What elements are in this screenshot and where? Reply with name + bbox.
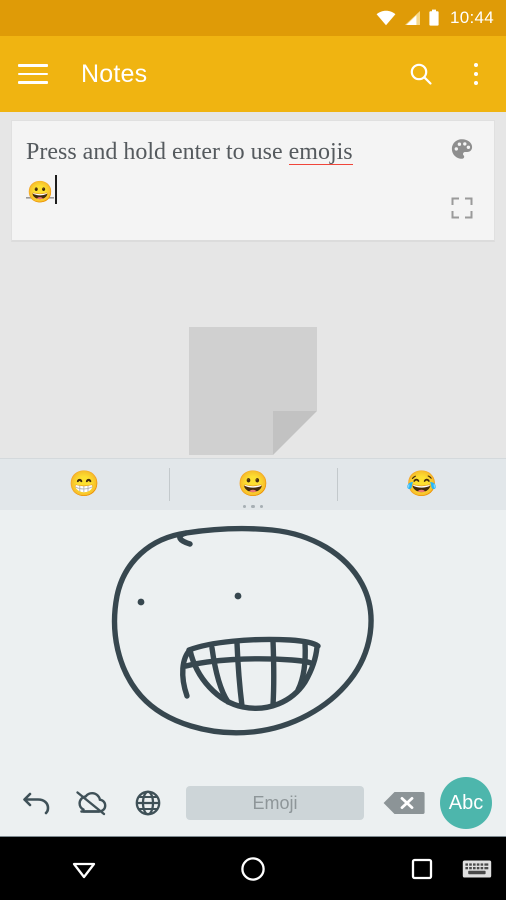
home-circle-icon[interactable] — [169, 854, 338, 884]
overflow-menu-icon[interactable] — [464, 62, 488, 86]
cellular-signal-icon — [403, 10, 421, 26]
navigation-bar — [0, 836, 506, 900]
phone-screen: 10:44 Notes Press and hold enter to use … — [0, 0, 506, 900]
keyboard-toolbar: Emoji Abc — [0, 770, 506, 836]
text-cursor — [55, 175, 58, 204]
three-dots-indicator[interactable] — [0, 504, 506, 508]
emoji-keyboard: 😁 😀 😂 Emoji Abc — [0, 458, 506, 836]
note-text[interactable]: Press and hold enter to use emojis 😀 — [26, 133, 386, 211]
notes-content-area: Press and hold enter to use emojis 😀 — [0, 112, 506, 458]
status-bar: 10:44 — [0, 0, 506, 36]
empty-state — [0, 327, 506, 455]
suggestion-beaming-face[interactable]: 😁 — [0, 459, 169, 510]
note-inline-emoji: 😀 — [26, 173, 55, 211]
status-bar-time: 10:44 — [449, 8, 494, 27]
wifi-icon — [376, 10, 396, 26]
search-icon[interactable] — [408, 61, 434, 87]
keyboard-indicator-icon — [462, 837, 492, 900]
battery-icon — [428, 9, 440, 27]
hand-drawn-smiley-face — [111, 525, 374, 736]
cloud-off-icon[interactable] — [62, 790, 120, 816]
backspace-delete-icon[interactable] — [374, 788, 434, 818]
color-palette-icon[interactable] — [450, 137, 474, 166]
suggestion-tears-of-joy[interactable]: 😂 — [337, 459, 506, 510]
note-card[interactable]: Press and hold enter to use emojis 😀 — [11, 120, 495, 242]
app-bar-actions — [408, 61, 488, 87]
note-text-line1: Press and hold enter to use — [26, 139, 283, 165]
language-globe-icon[interactable] — [120, 789, 176, 817]
hide-keyboard-down-arrow-icon[interactable] — [0, 853, 169, 885]
suggestion-grinning-face[interactable]: 😀 — [168, 459, 338, 510]
space-key[interactable]: Emoji — [186, 786, 364, 820]
app-bar: Notes — [0, 36, 506, 112]
page-title: Notes — [81, 59, 148, 88]
hamburger-menu-icon[interactable] — [18, 57, 52, 91]
handwriting-drawing-area[interactable] — [0, 510, 506, 770]
note-paper-placeholder-icon — [189, 327, 317, 455]
suggestion-strip: 😁 😀 😂 — [0, 458, 506, 510]
undo-icon[interactable] — [14, 790, 62, 816]
misspelled-word: emojis — [288, 139, 353, 165]
fullscreen-expand-icon[interactable] — [451, 197, 473, 224]
abc-mode-key[interactable]: Abc — [440, 777, 492, 829]
